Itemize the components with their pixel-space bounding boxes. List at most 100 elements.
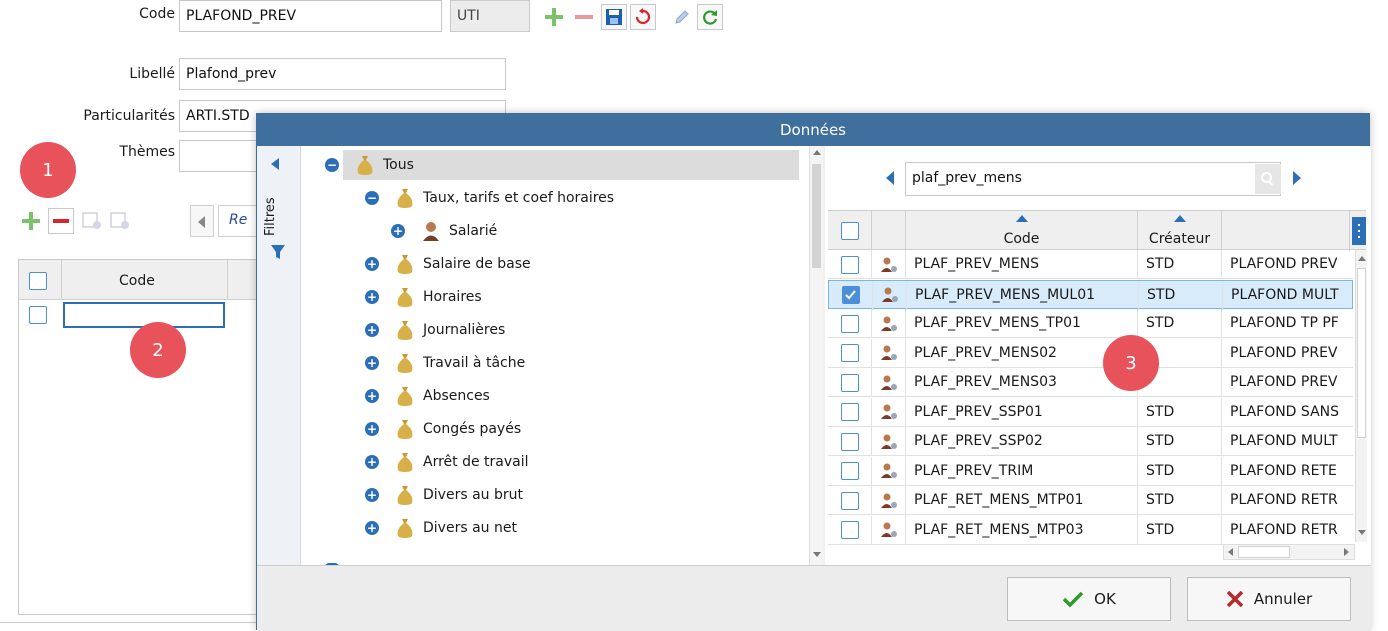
row-checkbox[interactable] xyxy=(840,314,859,333)
tree-item[interactable]: + Journalières xyxy=(365,315,505,345)
edit-button[interactable] xyxy=(669,4,695,30)
filters-sidebar: Filtres xyxy=(257,146,301,565)
createur-column-header[interactable]: Créateur xyxy=(1138,211,1222,251)
row-checkbox[interactable] xyxy=(29,306,47,324)
tree-item[interactable]: + Horaires xyxy=(365,282,482,312)
left-panel-bottom-border xyxy=(0,622,256,623)
row-icon xyxy=(110,212,129,229)
tree-item[interactable]: + Divers au net xyxy=(365,513,517,543)
table-row[interactable]: PLAF_PREV_SSP02 STD PLAFOND MULT xyxy=(828,427,1353,456)
tree-item[interactable]: − Tous xyxy=(325,150,414,180)
remove-button[interactable] xyxy=(571,4,597,30)
expand-node-icon[interactable]: + xyxy=(365,323,379,337)
table-row[interactable]: PLAF_PREV_MENS03 PLAFOND PREV xyxy=(828,368,1353,397)
row-code: PLAF_RET_MENS_MTP03 xyxy=(906,515,1138,545)
left-grid-code-header[interactable]: Code xyxy=(119,273,155,289)
next-result-icon[interactable] xyxy=(1293,171,1301,185)
money-bag-icon xyxy=(395,484,415,506)
tree-item[interactable]: + Travail à tâche xyxy=(365,348,525,378)
row-checkbox[interactable] xyxy=(840,403,859,421)
new-code-input[interactable] xyxy=(63,302,225,328)
select-all-checkbox[interactable] xyxy=(29,272,47,290)
search-input[interactable]: plaf_prev_mens xyxy=(905,162,1281,196)
tree-item[interactable]: + Absences xyxy=(365,381,490,411)
table-row[interactable]: PLAF_PREV_MENS02 PLAFOND PREV xyxy=(828,338,1353,368)
search-icon xyxy=(1261,172,1274,186)
row-createur: STD xyxy=(1138,250,1222,279)
collapse-filters-icon[interactable] xyxy=(271,158,279,170)
table-row[interactable]: PLAF_PREV_MENS STD PLAFOND PREV xyxy=(828,250,1353,279)
tree-item[interactable]: + Congés payés xyxy=(365,414,521,444)
table-row[interactable]: PLAF_PREV_SSP01 STD PLAFOND SANS xyxy=(828,397,1353,427)
grid-horizontal-scrollbar[interactable] xyxy=(1223,544,1355,560)
tree-item-label: Divers au brut xyxy=(423,487,523,503)
column-chooser-button[interactable] xyxy=(1352,217,1366,245)
row-libelle: PLAFOND MULT xyxy=(1231,286,1339,303)
tree-item[interactable]: + Arrêt de travail xyxy=(365,447,529,477)
themes-field[interactable] xyxy=(179,140,259,172)
plus-icon[interactable] xyxy=(20,210,42,232)
row-checkbox[interactable] xyxy=(840,255,859,274)
tree-item[interactable]: + Divers au brut xyxy=(365,480,523,510)
user-gear-icon xyxy=(872,427,906,456)
select-all-checkbox[interactable] xyxy=(840,222,859,240)
check-icon xyxy=(1062,591,1084,608)
table-row[interactable]: PLAF_PREV_TRIM STD PLAFOND RETE xyxy=(828,456,1353,486)
cancel-button[interactable]: Annuler xyxy=(1187,577,1351,621)
user-gear-icon xyxy=(872,368,906,397)
tab-scroll-left[interactable] xyxy=(190,205,214,237)
expand-node-icon[interactable]: + xyxy=(365,455,379,469)
remove-row-button[interactable] xyxy=(48,208,74,234)
collapse-node-icon[interactable]: − xyxy=(325,158,339,172)
table-row[interactable]: PLAF_PREV_MENS_MUL01 STD PLAFOND MULT xyxy=(828,279,1353,310)
tree-item[interactable]: − Taux, tarifs et coef horaires xyxy=(365,183,614,213)
refresh-button[interactable] xyxy=(697,4,723,30)
tree-item[interactable]: + Salarié xyxy=(391,216,497,246)
prev-result-icon[interactable] xyxy=(886,171,894,185)
undo-button[interactable] xyxy=(630,4,656,30)
tree-item-label: Journalières xyxy=(423,322,506,338)
row-checkbox[interactable] xyxy=(840,432,859,451)
row-checkbox[interactable] xyxy=(841,286,860,304)
search-button[interactable] xyxy=(1255,164,1281,194)
select-column-header[interactable] xyxy=(828,211,872,251)
grid-vertical-scrollbar[interactable] xyxy=(1355,250,1367,542)
row-createur: STD xyxy=(1138,427,1222,456)
row-checkbox[interactable] xyxy=(840,521,859,539)
expand-node-icon[interactable]: + xyxy=(365,422,379,436)
expand-node-icon[interactable]: + xyxy=(365,257,379,271)
user-gear-icon xyxy=(872,456,906,486)
row-createur: STD xyxy=(1139,280,1223,310)
dialog-footer: OK Annuler xyxy=(257,565,1371,631)
libelle-column-header[interactable] xyxy=(1222,211,1350,251)
row-checkbox[interactable] xyxy=(840,344,859,362)
add-button[interactable] xyxy=(541,4,567,30)
money-bag-icon xyxy=(395,517,415,539)
code-field[interactable]: PLAFOND_PREV xyxy=(179,0,442,32)
expand-node-icon[interactable]: + xyxy=(365,356,379,370)
expand-node-icon[interactable]: + xyxy=(391,224,405,238)
code-column-header[interactable]: Code xyxy=(906,211,1138,251)
left-tab[interactable]: Re xyxy=(218,205,258,237)
table-row[interactable]: PLAF_PREV_MENS_TP01 STD PLAFOND TP PF xyxy=(828,309,1353,338)
results-panel: plaf_prev_mens Code Créateur PLAF_PREV_M… xyxy=(825,146,1371,565)
tree-item[interactable]: + Salaire de base xyxy=(365,249,531,279)
expand-node-icon[interactable]: + xyxy=(365,290,379,304)
table-row[interactable]: PLAF_RET_MENS_MTP03 STD PLAFOND RETR xyxy=(828,515,1353,545)
filter-icon[interactable] xyxy=(270,244,286,260)
collapse-node-icon[interactable]: − xyxy=(365,191,379,205)
ok-button[interactable]: OK xyxy=(1007,577,1171,621)
expand-node-icon[interactable]: + xyxy=(365,521,379,535)
row-checkbox[interactable] xyxy=(840,373,859,392)
chevron-left-icon xyxy=(198,216,205,228)
tree-scrollbar[interactable] xyxy=(809,146,823,565)
expand-node-icon[interactable]: + xyxy=(365,389,379,403)
libelle-field[interactable]: Plafond_prev xyxy=(179,58,506,90)
save-button[interactable] xyxy=(601,4,627,30)
row-checkbox[interactable] xyxy=(840,491,859,510)
filters-label[interactable]: Filtres xyxy=(263,176,278,236)
row-createur: STD xyxy=(1138,309,1222,338)
table-row[interactable]: PLAF_RET_MENS_MTP01 STD PLAFOND RETR xyxy=(828,486,1353,515)
row-checkbox[interactable] xyxy=(840,462,859,480)
expand-node-icon[interactable]: + xyxy=(365,488,379,502)
